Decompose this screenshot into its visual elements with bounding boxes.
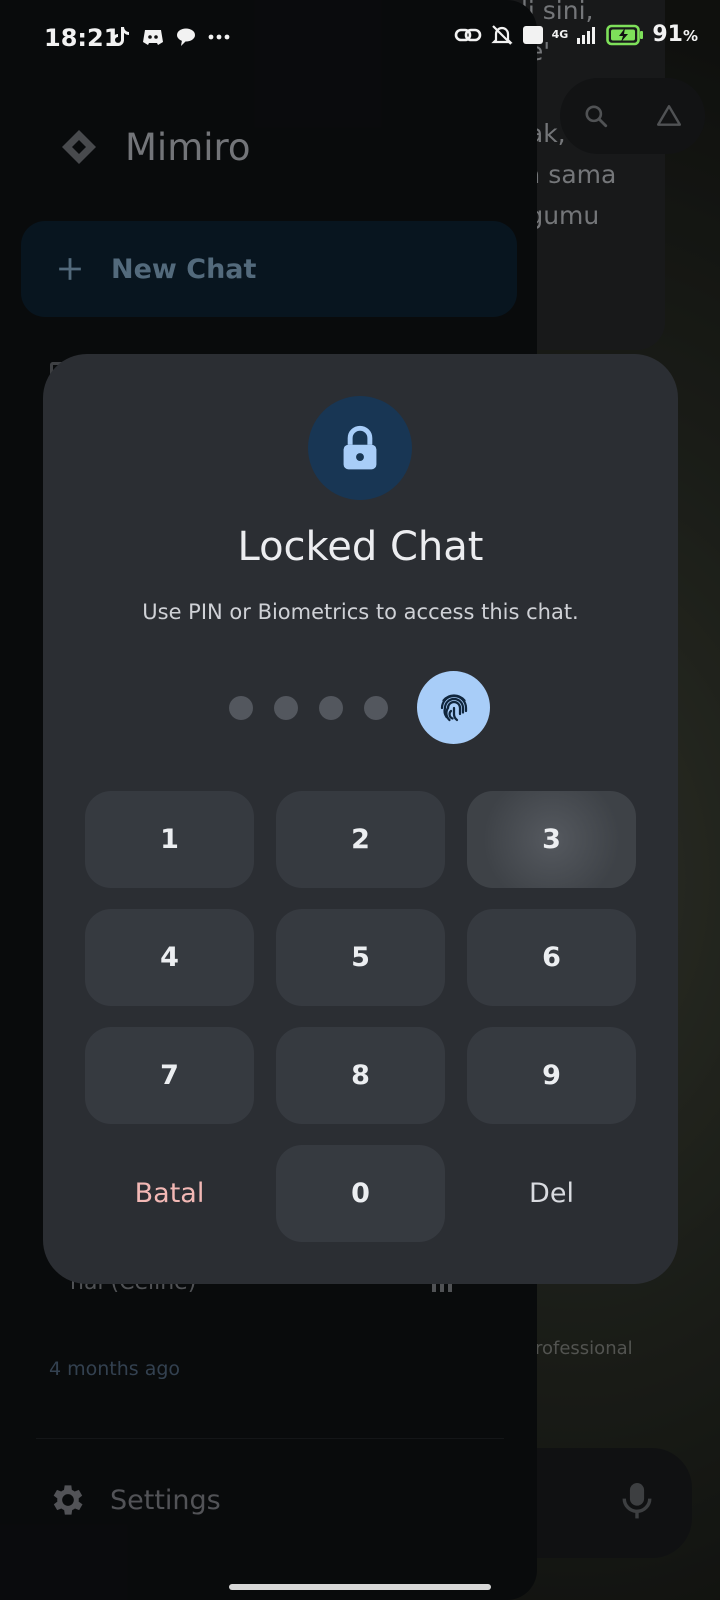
status-bar: 18:21 4G 91%: [0, 0, 720, 80]
key-6[interactable]: 6: [467, 909, 636, 1006]
key-5[interactable]: 5: [276, 909, 445, 1006]
key-9[interactable]: 9: [467, 1027, 636, 1124]
fingerprint-icon: [440, 693, 467, 721]
signal-icon: [577, 26, 596, 44]
locked-chat-dialog: Locked Chat Use PIN or Biometrics to acc…: [43, 354, 678, 1284]
key-1[interactable]: 1: [85, 791, 254, 888]
pin-dot: [319, 696, 343, 720]
lock-badge: [308, 396, 412, 500]
cancel-button[interactable]: Batal: [85, 1145, 254, 1242]
tiktok-icon: [112, 27, 129, 46]
pin-dot: [274, 696, 298, 720]
chat-bubble-icon: [177, 28, 195, 46]
status-time: 18:21: [44, 24, 121, 52]
key-3[interactable]: 3: [467, 791, 636, 888]
volte-icon: [522, 25, 543, 44]
biometric-button[interactable]: [417, 671, 490, 744]
link-icon: [454, 28, 481, 41]
more-notifications-icon: [208, 34, 230, 40]
key-8[interactable]: 8: [276, 1027, 445, 1124]
pin-dot: [364, 696, 388, 720]
key-4[interactable]: 4: [85, 909, 254, 1006]
key-0[interactable]: 0: [276, 1145, 445, 1242]
pin-keypad: 1 2 3 4 5 6 7 8 9 Batal 0 Del: [85, 791, 636, 1242]
dialog-subtitle: Use PIN or Biometrics to access this cha…: [142, 600, 579, 624]
pin-indicator: [229, 696, 388, 720]
key-7[interactable]: 7: [85, 1027, 254, 1124]
battery-percent: 91%: [652, 22, 698, 47]
dialog-title: Locked Chat: [237, 524, 484, 570]
battery-charging-icon: [606, 24, 644, 45]
network-type: 4G: [551, 28, 569, 41]
notification-icons: [110, 26, 230, 48]
lock-icon: [343, 425, 377, 470]
system-icons: 4G 91%: [454, 22, 698, 47]
pin-dot: [229, 696, 253, 720]
home-indicator[interactable]: [229, 1584, 491, 1590]
key-2[interactable]: 2: [276, 791, 445, 888]
bell-muted-icon: [491, 24, 513, 45]
discord-icon: [143, 30, 163, 45]
delete-button[interactable]: Del: [467, 1145, 636, 1242]
